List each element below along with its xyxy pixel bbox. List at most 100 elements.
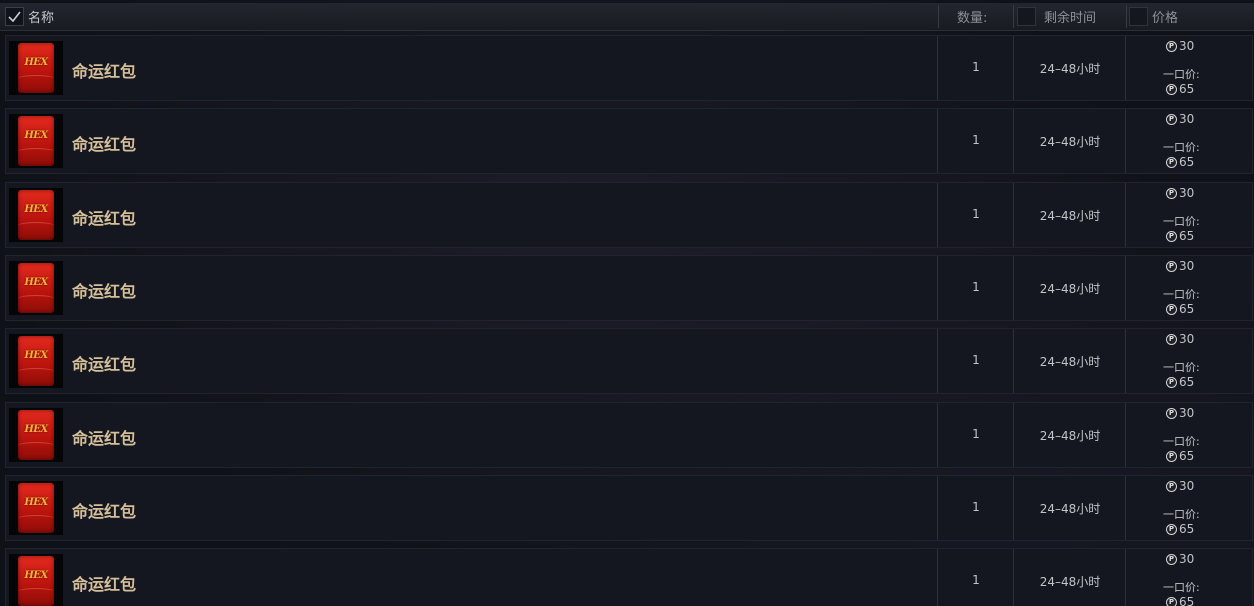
bid-value: 30	[1179, 259, 1195, 273]
time-sort-checkbox[interactable]	[1017, 7, 1036, 26]
item-quantity: 1	[972, 280, 980, 294]
name-column-header[interactable]: 名称	[5, 3, 54, 30]
coin-icon: P	[1166, 333, 1177, 345]
item-name: 命运红包	[72, 575, 137, 594]
buyout-label: 一口价:	[1163, 68, 1200, 81]
coin-icon: P	[1166, 553, 1177, 565]
buyout-label: 一口价:	[1163, 435, 1200, 448]
list-item[interactable]: HEX 命运红包 1 24–48小时 P 30 一口价: P 65	[5, 548, 1253, 606]
list-item[interactable]: HEX 命运红包 1 24–48小时 P 30 一口价: P 65	[5, 328, 1253, 394]
item-name: 命运红包	[72, 429, 137, 448]
column-divider	[1013, 256, 1014, 320]
coin-icon: P	[1166, 480, 1177, 492]
item-icon-frame: HEX	[9, 261, 63, 315]
buyout-value: 65	[1179, 522, 1195, 536]
item-name: 命运红包	[72, 62, 137, 81]
coin-icon: P	[1166, 230, 1177, 242]
red-envelope-icon: HEX	[18, 336, 54, 386]
pack-logo-text: HEX	[24, 424, 48, 435]
coin-icon: P	[1166, 376, 1177, 388]
item-icon-frame: HEX	[9, 481, 63, 535]
red-envelope-icon: HEX	[18, 483, 54, 533]
buyout-label: 一口价:	[1163, 215, 1200, 228]
pack-logo-text: HEX	[24, 570, 48, 581]
coin-icon: P	[1166, 523, 1177, 535]
buyout-value: 65	[1179, 375, 1195, 389]
item-time-left: 24–48小时	[1039, 135, 1101, 149]
item-icon-frame: HEX	[9, 408, 63, 462]
bid-price: P 30	[1166, 112, 1194, 126]
red-envelope-icon: HEX	[18, 263, 54, 313]
item-time-left: 24–48小时	[1039, 282, 1101, 296]
pack-logo-text: HEX	[24, 57, 48, 68]
item-quantity: 1	[972, 60, 980, 74]
column-divider	[937, 109, 938, 173]
coin-icon: P	[1166, 260, 1177, 272]
price-column-header[interactable]: 价格	[1129, 3, 1178, 30]
pack-logo-text: HEX	[24, 130, 48, 141]
pack-logo-text: HEX	[24, 277, 48, 288]
item-time-left: 24–48小时	[1039, 502, 1101, 516]
column-divider	[1013, 36, 1014, 100]
column-divider	[1013, 476, 1014, 540]
item-quantity: 1	[972, 207, 980, 221]
column-divider	[1125, 183, 1126, 247]
column-divider	[937, 36, 938, 100]
check-icon	[8, 11, 21, 23]
buyout-label: 一口价:	[1163, 581, 1200, 594]
bid-price: P 30	[1166, 39, 1194, 53]
item-quantity: 1	[972, 133, 980, 147]
buyout-price: P 65	[1166, 302, 1194, 316]
item-icon-frame: HEX	[9, 554, 63, 606]
column-divider	[1125, 36, 1126, 100]
item-time-left: 24–48小时	[1039, 62, 1101, 76]
time-header-label: 剩余时间	[1044, 11, 1097, 26]
list-item[interactable]: HEX 命运红包 1 24–48小时 P 30 一口价: P 65	[5, 475, 1253, 541]
item-icon-frame: HEX	[9, 41, 63, 95]
column-divider	[937, 476, 938, 540]
list-item[interactable]: HEX 命运红包 1 24–48小时 P 30 一口价: P 65	[5, 402, 1253, 468]
bid-price: P 30	[1166, 406, 1194, 420]
qty-column-header[interactable]: 数量:	[957, 3, 987, 30]
buyout-price: P 65	[1166, 82, 1194, 96]
buyout-price: P 65	[1166, 155, 1194, 169]
column-divider	[937, 183, 938, 247]
buyout-price: P 65	[1166, 229, 1194, 243]
red-envelope-icon: HEX	[18, 410, 54, 460]
bid-price: P 30	[1166, 186, 1194, 200]
buyout-value: 65	[1179, 449, 1195, 463]
buyout-price: P 65	[1166, 375, 1194, 389]
list-item[interactable]: HEX 命运红包 1 24–48小时 P 30 一口价: P 65	[5, 35, 1253, 101]
item-quantity: 1	[972, 500, 980, 514]
coin-icon: P	[1166, 303, 1177, 315]
header-divider	[1013, 5, 1014, 28]
column-divider	[1013, 549, 1014, 606]
qty-header-label: 数量:	[957, 11, 988, 26]
select-all-checkbox[interactable]	[5, 7, 24, 26]
buyout-value: 65	[1179, 302, 1195, 316]
item-time-left: 24–48小时	[1039, 429, 1101, 443]
item-time-left: 24–48小时	[1039, 575, 1101, 589]
item-time-left: 24–48小时	[1039, 355, 1101, 369]
time-column-header[interactable]: 剩余时间	[1017, 3, 1096, 30]
coin-icon: P	[1166, 407, 1177, 419]
buyout-value: 65	[1179, 229, 1195, 243]
column-divider	[1125, 109, 1126, 173]
bid-value: 30	[1179, 112, 1195, 126]
bid-price: P 30	[1166, 552, 1194, 566]
buyout-price: P 65	[1166, 522, 1194, 536]
item-icon-frame: HEX	[9, 114, 63, 168]
buyout-price: P 65	[1166, 595, 1194, 606]
list-item[interactable]: HEX 命运红包 1 24–48小时 P 30 一口价: P 65	[5, 182, 1253, 248]
list-item[interactable]: HEX 命运红包 1 24–48小时 P 30 一口价: P 65	[5, 108, 1253, 174]
auction-list-panel: 名称 数量: 剩余时间 价格 HEX 命运红包 1 24–48小时 P 30 一…	[0, 0, 1254, 606]
list-item[interactable]: HEX 命运红包 1 24–48小时 P 30 一口价: P 65	[5, 255, 1253, 321]
column-divider	[1125, 549, 1126, 606]
bid-price: P 30	[1166, 479, 1194, 493]
red-envelope-icon: HEX	[18, 556, 54, 606]
price-sort-checkbox[interactable]	[1129, 7, 1148, 26]
item-icon-frame: HEX	[9, 188, 63, 242]
buyout-price: P 65	[1166, 449, 1194, 463]
column-divider	[1125, 256, 1126, 320]
header-divider	[1126, 5, 1127, 28]
